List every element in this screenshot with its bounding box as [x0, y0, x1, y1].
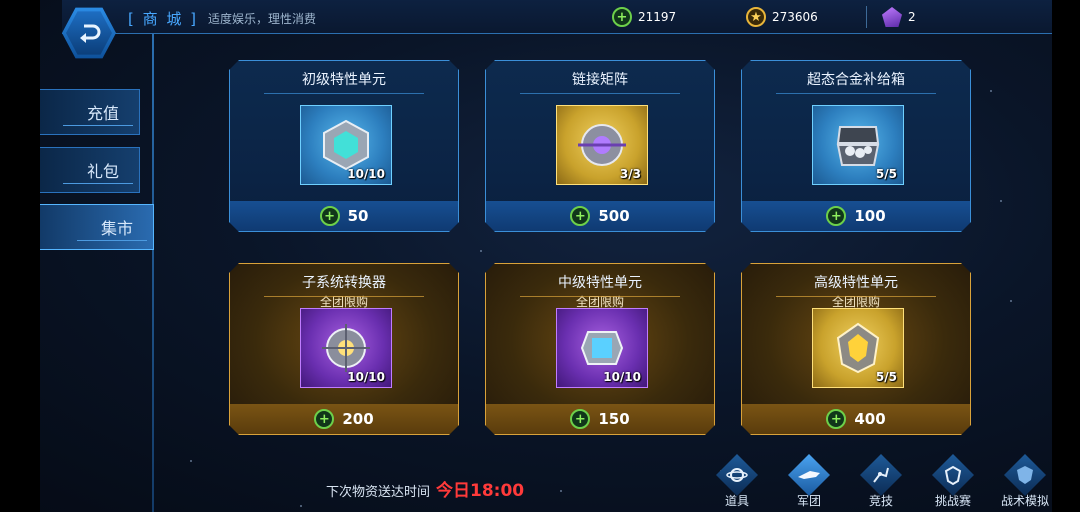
green-coin-icon: +	[826, 409, 847, 429]
purple-gem-balance[interactable]: 2	[882, 7, 916, 27]
left-bezel	[0, 0, 40, 512]
back-button-face	[66, 11, 112, 55]
trait-unit-icon	[323, 119, 369, 171]
item-slot: 5/5	[812, 308, 904, 388]
buy-button[interactable]: + 50	[230, 201, 458, 231]
shop-card-alloy-supply-box[interactable]: 超态合金补给箱 5/5 + 100	[741, 60, 971, 232]
shop-card-link-matrix[interactable]: 链接矩阵 3/3 + 500	[485, 60, 715, 232]
green-coin-balance[interactable]: + 21197	[612, 7, 676, 27]
shop-card-advanced-trait-unit[interactable]: 高级特性单元 全团限购 5/5 + 400	[741, 263, 971, 435]
purple-gem-icon	[882, 7, 902, 27]
card-header-line	[776, 296, 936, 297]
restock-label: 下次物资送达时间	[326, 485, 431, 500]
buy-button[interactable]: + 150	[486, 404, 714, 434]
return-arrow-icon	[80, 24, 101, 43]
ship-icon	[788, 454, 830, 496]
card-title: 初级特性单元	[302, 72, 386, 88]
sidebar-item-label: 充值	[86, 104, 119, 123]
buy-button[interactable]: + 200	[230, 404, 458, 434]
item-stock: 5/5	[875, 370, 897, 384]
trait-unit-icon	[580, 331, 624, 365]
card-title: 超态合金补给箱	[807, 72, 905, 88]
dock-item-legion[interactable]: 军团	[776, 454, 842, 512]
dock-item-arena[interactable]: 竞技	[848, 454, 914, 512]
planet-icon	[716, 454, 758, 496]
item-stock: 5/5	[875, 167, 897, 181]
green-coin-icon: +	[314, 409, 335, 429]
card-title: 子系统转换器	[302, 275, 386, 291]
sidebar-item-gift-pack[interactable]: 礼包	[40, 147, 140, 193]
gold-coin-icon: ★	[746, 7, 766, 27]
card-header-line	[264, 93, 424, 94]
gold-coin-balance[interactable]: ★ 273606	[746, 7, 818, 27]
gold-coin-value: 273606	[772, 10, 818, 24]
shop-card-intermediate-trait-unit[interactable]: 中级特性单元 全团限购 10/10 + 150	[485, 263, 715, 435]
sidebar-item-market[interactable]: 集市	[40, 204, 154, 250]
buy-button[interactable]: + 100	[742, 201, 970, 231]
converter-icon	[322, 324, 370, 372]
price-value: 500	[598, 207, 630, 225]
sidebar-underline	[77, 240, 147, 241]
price-value: 400	[854, 410, 886, 428]
item-stock: 10/10	[347, 370, 385, 384]
price-value: 150	[598, 410, 630, 428]
dock-item-props[interactable]: 道具	[704, 454, 770, 512]
item-slot: 10/10	[300, 308, 392, 388]
crest-icon	[932, 454, 974, 496]
item-stock: 10/10	[347, 167, 385, 181]
price-value: 100	[854, 207, 886, 225]
price-value: 50	[347, 207, 369, 225]
restock-timer: 下次物资送达时间 今日18:00	[326, 476, 524, 501]
sidebar-item-recharge[interactable]: 充值	[40, 89, 140, 135]
card-title: 高级特性单元	[814, 275, 898, 291]
green-coin-value: 21197	[638, 10, 677, 24]
page-title: [ 商 城 ]	[128, 10, 199, 28]
trait-unit-icon	[836, 322, 880, 374]
item-slot: 10/10	[300, 105, 392, 185]
item-slot: 10/10	[556, 308, 648, 388]
item-stock: 10/10	[603, 370, 641, 384]
buy-button[interactable]: + 400	[742, 404, 970, 434]
green-coin-icon: +	[612, 7, 632, 27]
card-header-line	[264, 296, 424, 297]
sidebar-item-label: 礼包	[86, 162, 119, 181]
green-coin-icon: +	[570, 409, 591, 429]
resource-divider	[866, 6, 867, 28]
card-header-line	[776, 93, 936, 94]
card-title: 链接矩阵	[572, 72, 628, 88]
link-matrix-icon	[578, 124, 626, 166]
purple-gem-value: 2	[908, 10, 916, 24]
sidebar-underline	[63, 125, 133, 126]
dock-item-tactical-sim[interactable]: 战术模拟	[992, 454, 1058, 512]
supply-box-icon	[836, 126, 880, 166]
buy-button[interactable]: + 500	[486, 201, 714, 231]
item-slot: 5/5	[812, 105, 904, 185]
sidebar-item-label: 集市	[100, 219, 133, 238]
right-bezel	[1052, 0, 1080, 512]
shop-card-basic-trait-unit[interactable]: 初级特性单元 10/10 + 50	[229, 60, 459, 232]
card-header-line	[520, 296, 680, 297]
card-title: 中级特性单元	[558, 275, 642, 291]
sidebar-underline	[63, 183, 133, 184]
green-coin-icon: +	[826, 206, 847, 226]
sidebar-divider	[152, 34, 154, 512]
page-subtitle: 适度娱乐，理性消费	[208, 12, 317, 26]
green-coin-icon: +	[570, 206, 591, 226]
restock-time: 今日18:00	[436, 481, 525, 501]
robot-arm-icon	[860, 454, 902, 496]
green-coin-icon: +	[319, 206, 340, 226]
price-value: 200	[342, 410, 374, 428]
shop-card-subsystem-converter[interactable]: 子系统转换器 全团限购 10/10 + 200	[229, 263, 459, 435]
dock-item-challenge[interactable]: 挑战赛	[920, 454, 986, 512]
item-stock: 3/3	[619, 167, 641, 181]
card-header-line	[520, 93, 680, 94]
emblem-icon	[1004, 454, 1046, 496]
item-slot: 3/3	[556, 105, 648, 185]
